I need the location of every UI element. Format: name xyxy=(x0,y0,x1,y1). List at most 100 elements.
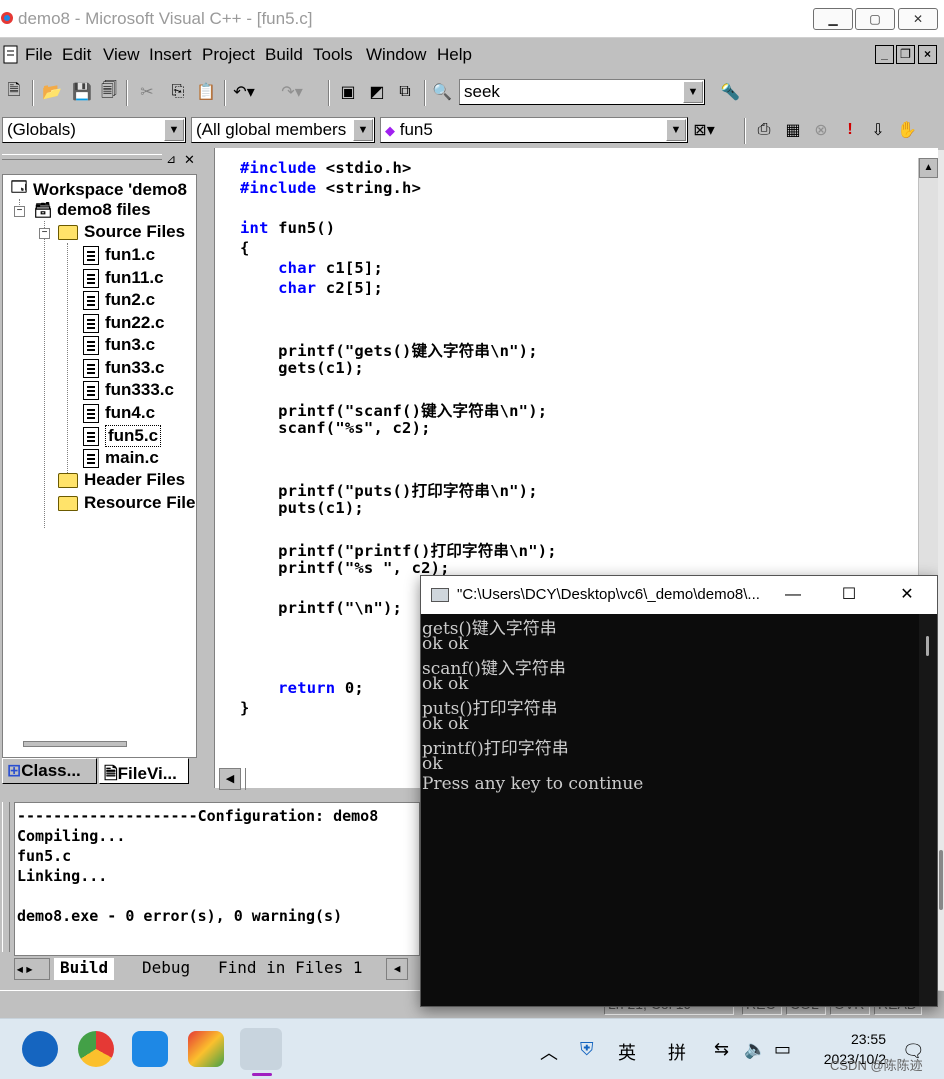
scroll-left-icon[interactable]: ◀ xyxy=(219,768,241,790)
stop-build-icon[interactable]: ⊗ xyxy=(809,118,833,142)
find-in-files-icon[interactable]: 🔍 xyxy=(430,80,454,104)
header-files-folder[interactable]: Header Files xyxy=(58,470,185,490)
menu-edit[interactable]: Edit xyxy=(62,45,91,65)
go-icon[interactable]: ⇩ xyxy=(866,118,890,142)
find-icon[interactable]: 🔦 xyxy=(718,80,742,104)
cut-icon[interactable]: ✂ xyxy=(135,80,159,104)
output-toggle-icon[interactable]: ◩ xyxy=(365,80,389,104)
console-title-bar[interactable]: "C:\Users\DCY\Desktop\vc6\_demo\demo8\..… xyxy=(421,576,937,614)
find-combo-chevron-down-icon[interactable]: ▼ xyxy=(683,81,703,103)
menu-file[interactable]: File xyxy=(25,45,52,65)
wizard-action-icon[interactable]: ⊠▾ xyxy=(692,118,716,142)
members-combo[interactable]: (All global members ▼ xyxy=(191,117,375,143)
minimize-button[interactable]: ▁ xyxy=(813,8,853,30)
undo-icon[interactable]: ↶▾ xyxy=(232,80,256,104)
vc6-app-icon[interactable] xyxy=(188,1031,224,1067)
scroll-up-icon[interactable]: ▲ xyxy=(919,158,938,178)
tree-file-item[interactable]: fun11.c xyxy=(83,268,164,288)
collapse-source-folder-icon[interactable]: − xyxy=(39,228,50,239)
function-combo[interactable]: ◆ fun5 ▼ xyxy=(380,117,688,143)
chrome-app-icon[interactable] xyxy=(78,1031,114,1067)
tree-file-item[interactable]: fun4.c xyxy=(83,403,155,423)
ime-mode[interactable]: 拼 xyxy=(668,1039,686,1065)
members-combo-chevron-down-icon[interactable]: ▼ xyxy=(353,119,373,141)
console-close-button[interactable]: ✕ xyxy=(887,582,927,608)
output-scroll-left-icon[interactable]: ◀ xyxy=(386,958,408,980)
mdi-restore-button[interactable]: ❐ xyxy=(896,45,915,64)
tree-file-item[interactable]: fun3.c xyxy=(83,335,155,355)
workspace-gripper[interactable] xyxy=(2,154,162,160)
resource-files-folder[interactable]: Resource File xyxy=(58,493,196,513)
menu-help[interactable]: Help xyxy=(437,45,472,65)
ime-lang[interactable]: 英 xyxy=(618,1039,636,1065)
console-maximize-button[interactable]: ☐ xyxy=(829,582,869,608)
tree-file-item[interactable]: main.c xyxy=(83,448,159,468)
new-text-file-icon[interactable]: 🗎 xyxy=(2,80,26,104)
console-scroll-thumb[interactable] xyxy=(926,636,929,656)
close-button[interactable]: ✕ xyxy=(898,8,938,30)
compile-icon[interactable]: ⎙ xyxy=(752,118,776,142)
save-icon[interactable]: 💾 xyxy=(70,80,94,104)
workspace-root[interactable]: 🗔 Workspace 'demo8 xyxy=(9,177,187,202)
project-node[interactable]: 🗃 demo8 files xyxy=(33,200,150,220)
tree-file-item[interactable]: fun2.c xyxy=(83,290,155,310)
workspace-dock-icon[interactable]: ⊿ xyxy=(166,152,176,166)
notification-icon[interactable]: 🗨 xyxy=(902,1041,925,1062)
workspace-hscroll-thumb[interactable] xyxy=(23,741,127,747)
build-icon[interactable]: ▦ xyxy=(781,118,805,142)
shield-icon[interactable]: ⛨ xyxy=(580,1039,594,1060)
open-icon[interactable]: 📂 xyxy=(40,80,64,104)
editor-hscroll[interactable] xyxy=(245,768,259,790)
chevron-up-icon[interactable]: ︿ xyxy=(540,1039,558,1065)
build-output[interactable]: --------------------Configuration: demo8… xyxy=(14,802,420,956)
save-all-icon[interactable]: 🗐 xyxy=(97,80,121,104)
paste-icon[interactable]: 📋 xyxy=(194,80,218,104)
edge-app-icon[interactable] xyxy=(22,1031,58,1067)
tree-file-item[interactable]: fun33.c xyxy=(83,358,165,378)
workspace-close-icon[interactable]: ✕ xyxy=(184,152,195,168)
copy-icon[interactable]: ⎘ xyxy=(166,80,190,104)
scope-combo[interactable]: (Globals) ▼ xyxy=(2,117,186,143)
tab-debug[interactable]: Debug xyxy=(138,958,194,980)
mdi-minimize-button[interactable]: _ xyxy=(875,45,894,64)
find-combo[interactable]: seek ▼ xyxy=(459,79,705,105)
menu-view[interactable]: View xyxy=(103,45,140,65)
workspace-toggle-icon[interactable]: ▣ xyxy=(336,80,360,104)
collapse-project-icon[interactable]: − xyxy=(14,206,25,217)
console-window[interactable]: "C:\Users\DCY\Desktop\vc6\_demo\demo8\..… xyxy=(420,575,938,1007)
volume-icon[interactable]: 🔈 xyxy=(744,1039,766,1060)
scope-combo-chevron-down-icon[interactable]: ▼ xyxy=(164,119,184,141)
console-app-icon[interactable] xyxy=(240,1028,282,1070)
feishu-app-icon[interactable] xyxy=(132,1031,168,1067)
output-gripper[interactable] xyxy=(2,802,10,952)
menu-window[interactable]: Window xyxy=(366,45,426,65)
window-list-icon[interactable]: ⧉ xyxy=(393,80,417,104)
battery-icon[interactable]: ▭ xyxy=(774,1039,791,1060)
breakpoint-hand-icon[interactable]: ✋ xyxy=(895,118,919,142)
tab-find-in-files[interactable]: Find in Files 1 xyxy=(214,958,367,980)
document-icon[interactable] xyxy=(3,45,19,64)
execute-icon[interactable]: ! xyxy=(838,118,862,142)
tree-file-item[interactable]: fun22.c xyxy=(83,313,165,333)
console-minimize-button[interactable]: — xyxy=(773,582,813,608)
tree-file-item[interactable]: fun1.c xyxy=(83,245,155,265)
redo-icon[interactable]: ↷▾ xyxy=(280,80,304,104)
tab-file-view[interactable]: 🗎FileVi... xyxy=(99,758,189,784)
console-scrollbar[interactable] xyxy=(919,614,937,1006)
source-files-folder[interactable]: Source Files xyxy=(58,222,185,242)
function-combo-chevron-down-icon[interactable]: ▼ xyxy=(666,119,686,141)
menu-insert[interactable]: Insert xyxy=(149,45,192,65)
mdi-close-button[interactable]: × xyxy=(918,45,937,64)
menu-project[interactable]: Project xyxy=(202,45,255,65)
menu-tools[interactable]: Tools xyxy=(313,45,353,65)
restore-button[interactable]: ▢ xyxy=(855,8,895,30)
project-icon: 🗃 xyxy=(33,202,53,219)
tab-class-view[interactable]: ⊞Class... xyxy=(2,758,97,784)
output-tab-scroll-icon[interactable]: ◂▸ xyxy=(14,958,50,980)
menu-build[interactable]: Build xyxy=(265,45,303,65)
outer-scroll-thumb[interactable] xyxy=(939,850,943,910)
network-icon[interactable]: ⇆ xyxy=(714,1039,729,1060)
tab-build[interactable]: Build xyxy=(54,958,115,980)
tree-file-item[interactable]: fun333.c xyxy=(83,380,174,400)
tree-file-item-selected[interactable]: fun5.c xyxy=(83,425,162,447)
